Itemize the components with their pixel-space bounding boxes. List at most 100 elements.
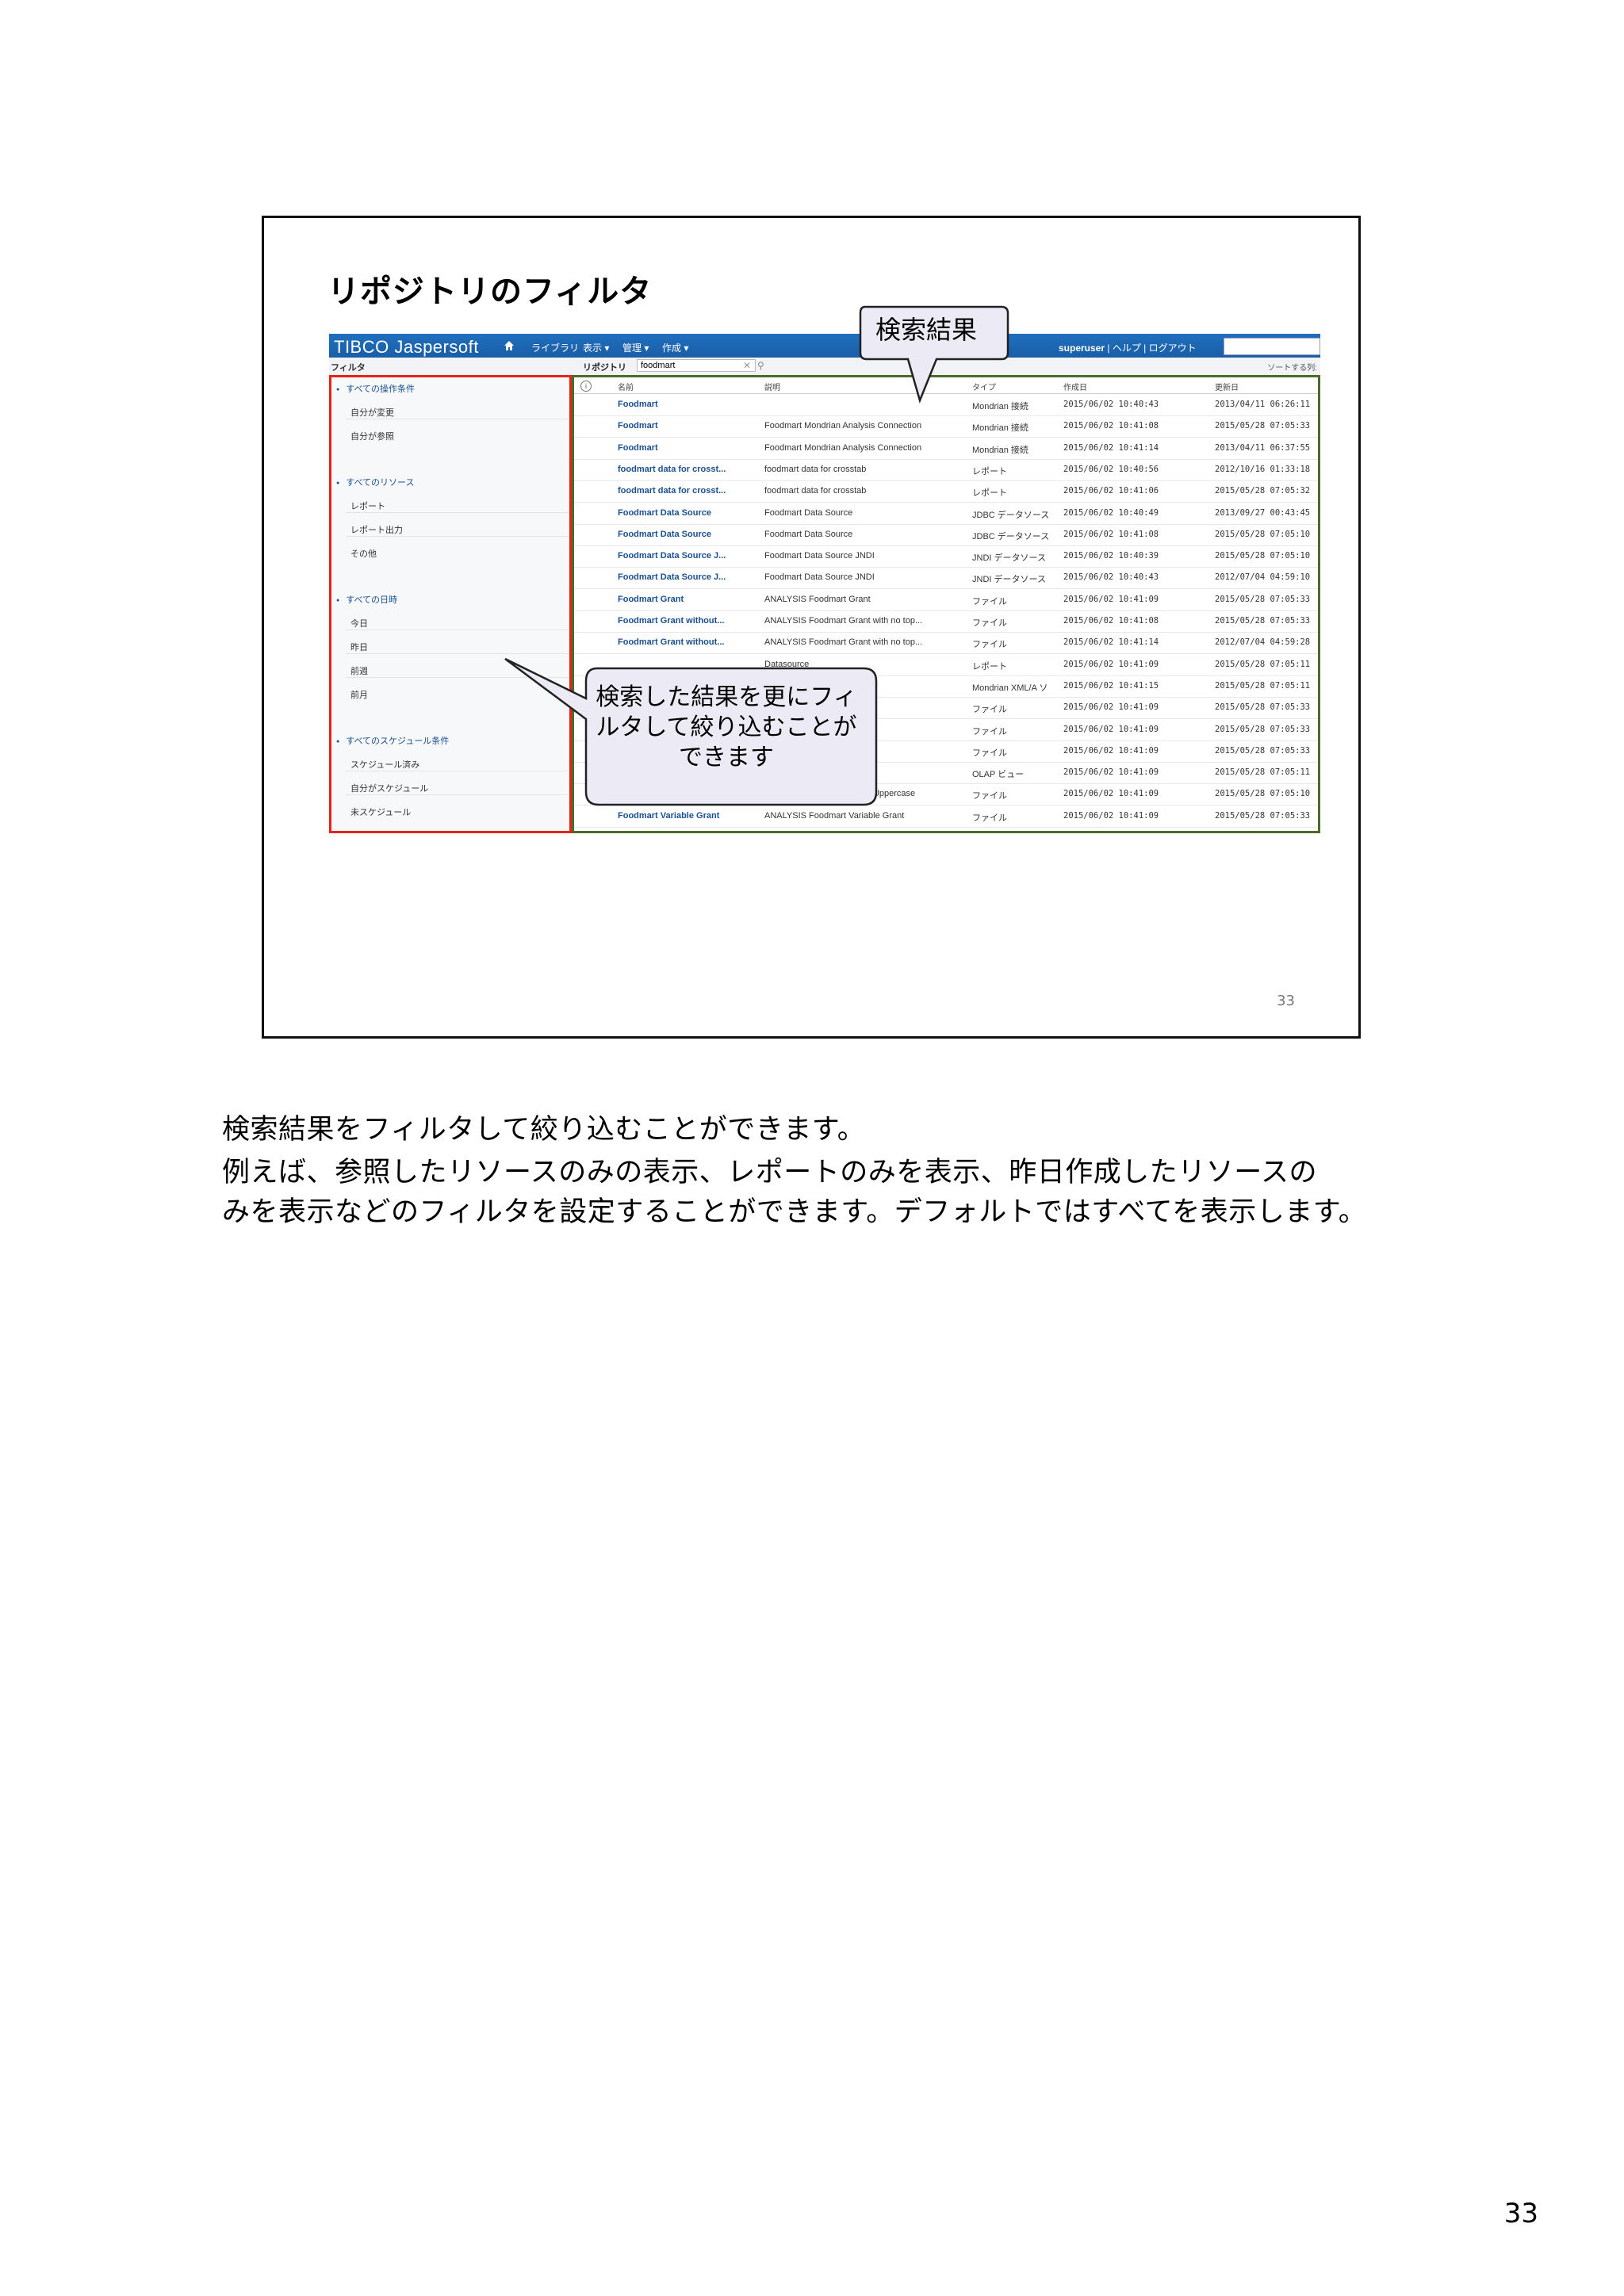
table-row[interactable]: Foodmart Data Source J... Foodmart Data S… bbox=[574, 567, 1318, 590]
cell-updated: 2015/05/28 07:05:10 bbox=[1215, 529, 1311, 539]
filter-item-report-output[interactable]: レポート出力 bbox=[350, 523, 403, 536]
cell-created: 2015/06/02 10:40:43 bbox=[1063, 400, 1159, 409]
table-row[interactable]: Foodmart Data Source J... Foodmart Data S… bbox=[574, 545, 1318, 568]
sort-label[interactable]: ソートする列: bbox=[1267, 361, 1317, 373]
cell-desc: Foodmart Mondrian Analysis Connection bbox=[764, 442, 922, 453]
repository-search-input[interactable]: foodmart bbox=[637, 359, 756, 372]
cell-desc: foodmart data for crosstab bbox=[764, 486, 867, 496]
table-row[interactable]: Datasource レポート 2015/06/02 10:41:09 2015/05… bbox=[574, 654, 1318, 676]
divider bbox=[346, 794, 569, 795]
cell-name[interactable]: Foodmart bbox=[618, 443, 760, 453]
filter-group-schedule[interactable]: すべてのスケジュール条件 bbox=[336, 734, 449, 747]
filter-item-today[interactable]: 今日 bbox=[350, 617, 368, 629]
cell-desc: Foodmart Data Source JNDI bbox=[764, 551, 875, 561]
table-row[interactable]: Foodmart Foodmart Mondrian Analysis Conne… bbox=[574, 438, 1318, 460]
filter-group-dates[interactable]: すべての日時 bbox=[336, 593, 397, 606]
cell-created: 2015/06/02 10:40:56 bbox=[1063, 464, 1159, 474]
body-text-line-2: 例えば、参照したリソースのみの表示、レポートのみを表示、昨日作成したリソースの bbox=[222, 1157, 1318, 1188]
table-row[interactable]: Foodmart Grant without... ANALYSIS Foodma… bbox=[574, 610, 1318, 633]
column-header-updated[interactable]: 更新日 bbox=[1215, 381, 1239, 392]
cell-name[interactable]: Foodmart Grant bbox=[618, 595, 760, 604]
cell-desc: Foodmart Data Source bbox=[764, 529, 853, 539]
user-links[interactable]: | ヘルプ | ログアウト bbox=[1107, 342, 1196, 354]
cell-created: 2015/06/02 10:41:09 bbox=[1063, 789, 1159, 799]
cell-updated: 2013/04/11 06:37:55 bbox=[1215, 442, 1311, 453]
divider bbox=[346, 653, 569, 654]
column-header-name[interactable]: 名前 bbox=[618, 381, 634, 392]
filter-group-resources[interactable]: すべてのリソース bbox=[336, 476, 414, 488]
nav-manage[interactable]: 管理 ▾ bbox=[622, 341, 649, 354]
cell-name[interactable]: Foodmart Data Source J... bbox=[618, 551, 760, 561]
cell-updated: 2015/05/28 07:05:33 bbox=[1215, 421, 1311, 431]
search-icon[interactable]: ⚲ bbox=[757, 360, 764, 371]
filter-item-last-week[interactable]: 前週 bbox=[350, 664, 368, 677]
cell-name[interactable]: foodmart data for crosst... bbox=[618, 486, 760, 496]
user-menu[interactable]: superuser | ヘルプ | ログアウト bbox=[1059, 341, 1197, 354]
table-row[interactable]: Foodmart Grant without... ANALYSIS Foodma… bbox=[574, 632, 1318, 655]
filter-item-unscheduled[interactable]: 未スケジュール bbox=[350, 806, 411, 818]
cell-created: 2015/06/02 10:41:09 bbox=[1063, 659, 1159, 669]
cell-created: 2015/06/02 10:41:09 bbox=[1063, 745, 1159, 756]
cell-name[interactable]: Foodmart Data Source bbox=[618, 508, 760, 518]
cell-type: ファイル bbox=[972, 705, 1007, 715]
slide: リポジトリのフィルタ TIBCO Jaspersoft ライブラリ 表示 ▾ 管… bbox=[262, 216, 1361, 1039]
filter-item-last-month[interactable]: 前月 bbox=[350, 688, 368, 701]
filter-item-viewed-by-me[interactable]: 自分が参照 bbox=[350, 430, 394, 442]
cell-name[interactable]: foodmart data for crosst... bbox=[618, 465, 760, 474]
cell-name[interactable]: Foodmart Variable Grant bbox=[618, 811, 760, 821]
cell-type: ファイル bbox=[972, 748, 1007, 758]
filter-item-scheduled[interactable]: スケジュール済み bbox=[350, 758, 419, 771]
cell-name[interactable]: Foodmart bbox=[618, 400, 760, 409]
sub-toolbar: フィルタ リポジトリ foodmart ✕ ⚲ ソートする列: bbox=[329, 358, 1320, 376]
cell-updated: 2015/05/28 07:05:11 bbox=[1215, 767, 1311, 778]
cell-updated: 2015/05/28 07:05:10 bbox=[1215, 551, 1311, 561]
table-row[interactable]: Foodmart Foodmart Mondrian Analysis Conne… bbox=[574, 415, 1318, 438]
home-icon[interactable] bbox=[504, 340, 515, 351]
info-icon[interactable]: i bbox=[580, 381, 592, 392]
column-header-type[interactable]: タイプ bbox=[972, 381, 996, 392]
cell-name[interactable]: Foodmart Data Source bbox=[618, 530, 760, 539]
table-row[interactable]: Foodmart Data Source Foodmart Data Source… bbox=[574, 503, 1318, 525]
callout-filter-text: 検索した結果を更にフィルタして絞り込むことができます bbox=[596, 683, 857, 771]
cell-desc: Foodmart Analysis Schema Uppercase bbox=[764, 789, 916, 799]
table-row[interactable]: foodmart data for crosst... foodmart data… bbox=[574, 459, 1318, 481]
column-header-created[interactable]: 作成日 bbox=[1063, 381, 1087, 392]
cell-updated: 2015/05/28 07:05:10 bbox=[1215, 789, 1311, 799]
table-row[interactable]: Foodmart Data Source Foodmart Data Source… bbox=[574, 524, 1318, 546]
nav-create[interactable]: 作成 ▾ bbox=[662, 341, 688, 354]
cell-created: 2015/06/02 10:41:08 bbox=[1063, 529, 1159, 539]
cell-updated: 2012/10/16 01:33:18 bbox=[1215, 464, 1311, 474]
cell-created: 2015/06/02 10:41:09 bbox=[1063, 594, 1159, 604]
cell-name[interactable]: Foodmart Grant without... bbox=[618, 616, 760, 626]
cell-created: 2015/06/02 10:40:39 bbox=[1063, 551, 1159, 561]
cell-name[interactable]: Foodmart Data Source J... bbox=[618, 572, 760, 582]
cell-created: 2015/06/02 10:41:14 bbox=[1063, 442, 1159, 453]
filter-item-scheduled-by-me[interactable]: 自分がスケジュール bbox=[350, 782, 428, 794]
clear-icon[interactable]: ✕ bbox=[743, 360, 751, 371]
filter-item-other[interactable]: その他 bbox=[350, 547, 377, 560]
cell-name[interactable]: Foodmart Grant without... bbox=[618, 637, 760, 647]
filter-item-yesterday[interactable]: 昨日 bbox=[350, 641, 368, 653]
cell-created: 2015/06/02 10:41:09 bbox=[1063, 724, 1159, 734]
table-row[interactable]: foodmart data for crosst... foodmart data… bbox=[574, 480, 1318, 503]
column-header-description[interactable]: 説明 bbox=[764, 381, 780, 392]
cell-created: 2015/06/02 10:41:06 bbox=[1063, 486, 1159, 496]
filter-item-modified-by-me[interactable]: 自分が変更 bbox=[350, 406, 394, 419]
table-row[interactable]: Foodmart Variable Grant ANALYSIS Foodmart… bbox=[574, 806, 1318, 828]
table-row[interactable]: Foodmart Schema Upper... Foodmart Analysi… bbox=[574, 783, 1318, 806]
cell-name[interactable]: Foodmart Schema Upper... bbox=[618, 789, 760, 798]
cell-updated: 2015/05/28 07:05:33 bbox=[1215, 594, 1311, 604]
global-search-input[interactable] bbox=[1224, 338, 1320, 355]
nav-library[interactable]: ライブラリ bbox=[531, 341, 579, 354]
cell-type: Mondrian 接続 bbox=[972, 402, 1028, 411]
cell-updated: 2012/07/04 04:59:28 bbox=[1215, 637, 1311, 648]
cell-desc: Foodmart Data Source bbox=[764, 507, 853, 518]
body-text-line-3: みを表示などのフィルタを設定することができます。デフォルトではすべてを表示します… bbox=[222, 1196, 1367, 1228]
table-row[interactable]: Foodmart Grant ANALYSIS Foodmart Grant ファイ… bbox=[574, 589, 1318, 611]
table-row[interactable]: Foodmart Mondrian 接続 2015/06/02 10:40:43 20… bbox=[574, 394, 1318, 416]
nav-view[interactable]: 表示 ▾ bbox=[583, 341, 609, 354]
cell-name[interactable]: Foodmart bbox=[618, 421, 760, 430]
filter-item-reports[interactable]: レポート bbox=[350, 499, 385, 512]
filter-group-access[interactable]: すべての操作条件 bbox=[336, 382, 415, 395]
username: superuser bbox=[1059, 342, 1105, 354]
